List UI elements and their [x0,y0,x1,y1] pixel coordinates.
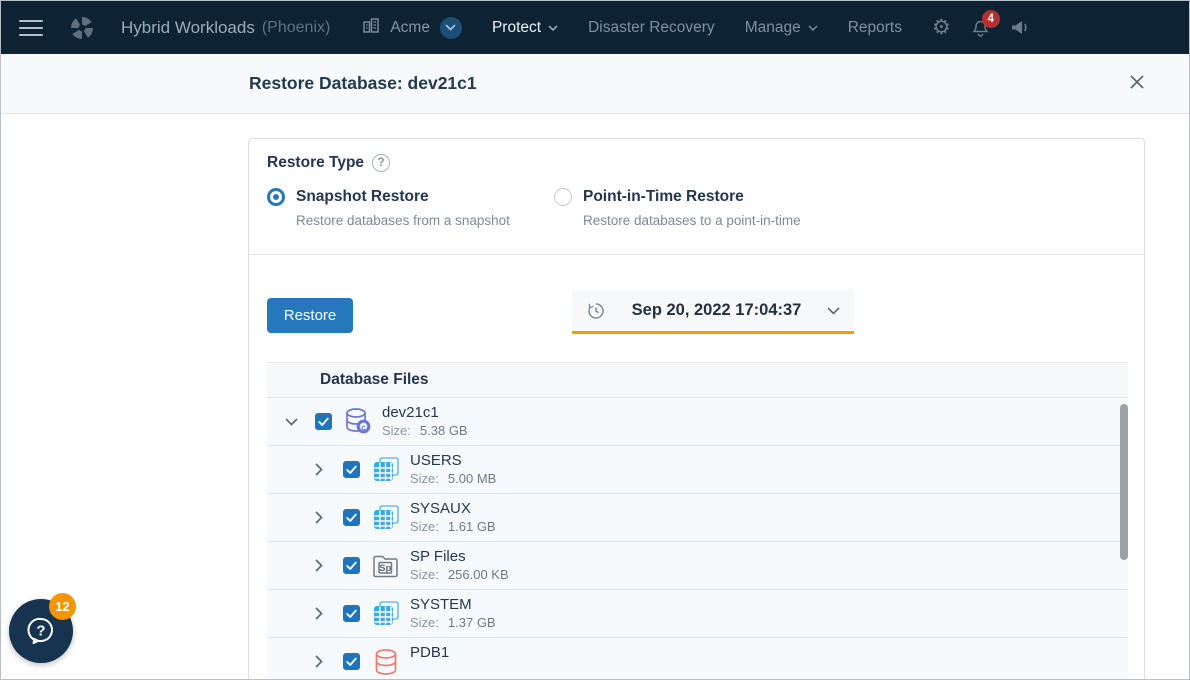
restore-type-section: Restore Type ? Snapshot Restore Restore … [249,139,1144,255]
clock-history-icon [586,301,606,321]
product-title: Hybrid Workloads [121,17,255,37]
radio-point-in-time-restore[interactable]: Point-in-Time Restore Restore databases … [554,188,841,228]
file-size: Size: 256.00 KB [410,567,509,582]
table-row[interactable]: SYSAUX Size: 1.61 GB [267,494,1128,542]
nav-item-disaster-recovery[interactable]: Disaster Recovery [588,19,715,37]
radio-snapshot-restore[interactable]: Snapshot Restore Restore databases from … [267,188,554,228]
table-row[interactable]: c dev21c1 Size: 5.38 GB [267,398,1128,446]
nav-menu: Protect Disaster Recovery Manage Reports [492,19,932,37]
chevron-right-icon[interactable] [311,511,327,524]
help-question-icon[interactable]: ? [372,154,391,172]
pluggable-database-icon [371,646,401,678]
file-size: Size: 5.38 GB [382,423,468,438]
table-header: Database Files [267,362,1128,398]
hamburger-menu-icon[interactable] [19,15,43,41]
radio-unselected-icon[interactable] [554,188,572,206]
chevron-right-icon[interactable] [311,559,327,572]
file-name: SYSAUX [410,500,471,517]
table-rows: c dev21c1 Size: 5.38 GB USERS Size: 5.00 M… [267,398,1128,679]
row-checkbox[interactable] [343,461,360,478]
svg-text:Sp: Sp [379,562,391,573]
org-name: Acme [390,18,430,36]
table-row[interactable]: SYSTEM Size: 1.37 GB [267,590,1128,638]
file-name: SP Files [410,548,466,565]
chevron-down-icon [808,24,818,31]
restore-type-label: Restore Type [267,154,365,171]
table-scrollbar[interactable] [1120,404,1128,560]
nav-utility-icons: ⚙ 4 [932,10,1050,38]
modal-title: Restore Database: dev21c1 [249,73,477,93]
file-name: SYSTEM [410,596,472,613]
notifications-bell-icon[interactable]: 4 [971,10,1000,38]
option-description: Restore databases to a point-in-time [583,213,801,228]
settings-gear-icon[interactable]: ⚙ [932,17,951,38]
modal-header: Restore Database: dev21c1 [1,54,1189,114]
snapshot-time-picker[interactable]: Sep 20, 2022 17:04:37 [572,290,854,334]
option-description: Restore databases from a snapshot [296,213,510,228]
nav-item-reports[interactable]: Reports [848,19,902,37]
file-name: PDB1 [410,644,450,661]
table-row[interactable]: USERS Size: 5.00 MB [267,446,1128,494]
chevron-down-icon[interactable] [827,306,840,315]
chevron-right-icon[interactable] [311,463,327,476]
row-checkbox[interactable] [343,509,360,526]
question-speech-bubble-icon: ? [27,617,53,644]
file-size [410,663,449,679]
chevron-right-icon[interactable] [311,607,327,620]
nav-item-manage[interactable]: Manage [745,19,818,37]
org-chevron-icon[interactable] [439,16,462,39]
close-icon[interactable] [1129,74,1145,90]
svg-text:?: ? [36,623,45,640]
notification-count-badge[interactable]: 4 [981,10,1000,28]
snapshot-time-value: Sep 20, 2022 17:04:37 [631,301,802,319]
file-name: USERS [410,452,462,469]
file-name: dev21c1 [382,404,439,421]
table-header-label: Database Files [320,371,429,388]
restore-button[interactable]: Restore [267,298,353,333]
top-nav: Hybrid Workloads (Phoenix) Acme Protect [1,1,1189,54]
clumio-logo-icon[interactable] [69,15,95,41]
database-files-table: Database Files c dev21c1 Size: 5.38 GB US… [267,362,1128,679]
svg-text:c: c [361,422,366,432]
tablespace-icon [371,598,401,630]
help-notification-badge[interactable]: 12 [49,593,76,620]
table-row[interactable]: Sp SP Files Size: 256.00 KB [267,542,1128,590]
restore-panel: Restore Type ? Snapshot Restore Restore … [248,138,1145,679]
app-window: Hybrid Workloads (Phoenix) Acme Protect [0,0,1190,680]
radio-selected-icon[interactable] [267,188,285,206]
container-database-icon: c [343,406,373,438]
row-checkbox[interactable] [343,605,360,622]
organization-icon [362,17,381,39]
file-size: Size: 1.61 GB [410,519,496,534]
row-checkbox[interactable] [343,653,360,670]
sp-files-icon: Sp [371,550,401,582]
tablespace-icon [371,454,401,486]
chevron-right-icon[interactable] [311,655,327,668]
nav-item-protect[interactable]: Protect [492,19,558,37]
row-checkbox[interactable] [315,413,332,430]
tablespace-icon [371,502,401,534]
file-size: Size: 5.00 MB [410,471,497,486]
file-size: Size: 1.37 GB [410,615,496,630]
announcements-megaphone-icon[interactable] [1010,19,1030,36]
row-checkbox[interactable] [343,557,360,574]
chevron-down-icon[interactable] [283,417,299,426]
environment-label: (Phoenix) [261,18,331,36]
chevron-down-icon [548,24,558,31]
table-row[interactable]: PDB1 [267,638,1128,679]
org-selector[interactable]: Acme [362,16,462,39]
